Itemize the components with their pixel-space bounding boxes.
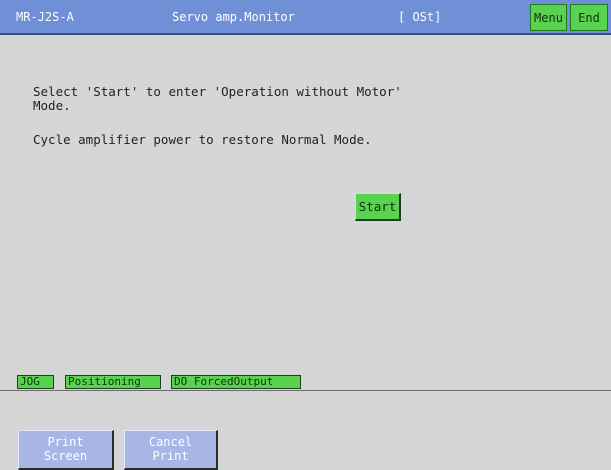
print-screen-button[interactable]: Print Screen [18,430,114,470]
screen-title: Servo amp.Monitor [172,10,295,24]
instruction-line-2: Mode. [33,98,71,113]
print-screen-label-1: Print [47,435,84,449]
tab-positioning[interactable]: Positioning [65,375,161,389]
main-panel: Select 'Start' to enter 'Operation witho… [0,35,611,391]
bottom-bar: Print Screen Cancel Print [0,391,611,470]
end-button[interactable]: End [570,4,608,31]
instruction-message: Select 'Start' to enter 'Operation witho… [33,85,402,113]
start-button[interactable]: Start [355,193,401,221]
cancel-print-button[interactable]: Cancel Print [124,430,218,470]
model-name: MR-J2S-A [16,10,74,24]
cancel-print-label-2: Print [152,449,189,463]
tab-jog[interactable]: JOG [17,375,54,389]
title-bar: MR-J2S-A Servo amp.Monitor [ OSt] Menu E… [0,0,611,35]
cancel-print-label-1: Cancel [148,435,193,449]
mode-indicator: [ OSt] [398,10,442,24]
tab-do-forced-output[interactable]: DO ForcedOutput [171,375,301,389]
restore-message: Cycle amplifier power to restore Normal … [33,132,372,147]
instruction-line-1: Select 'Start' to enter 'Operation witho… [33,84,402,99]
print-screen-label-2: Screen [43,449,88,463]
menu-button[interactable]: Menu [530,4,567,31]
